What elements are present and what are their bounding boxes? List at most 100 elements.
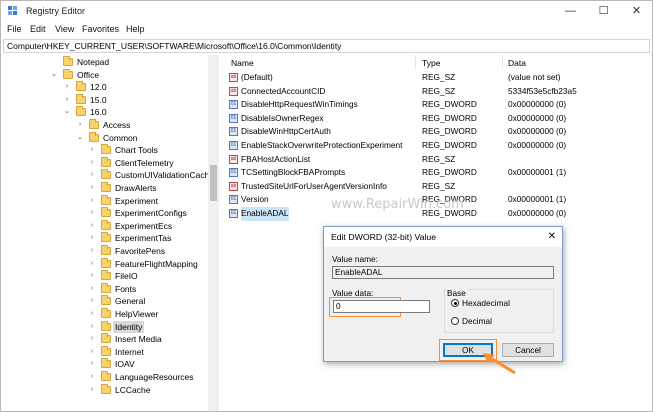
tree-item[interactable]: › FileIO	[1, 270, 208, 282]
value-row[interactable]: 01 DisableWinHttpCertAuth REG_DWORD 0x00000…	[225, 125, 653, 139]
expand-chevron-icon[interactable]: ›	[88, 346, 96, 358]
column-header-type[interactable]: Type	[422, 58, 440, 68]
expand-chevron-icon[interactable]: ›	[88, 371, 96, 383]
dialog-close-icon[interactable]: ✕	[548, 227, 556, 247]
value-row[interactable]: ab ConnectedAccountCID REG_SZ 5334f53e5cfb2…	[225, 85, 653, 99]
expand-chevron-icon[interactable]: ⌄	[76, 132, 84, 144]
expand-chevron-icon[interactable]: ›	[88, 220, 96, 232]
tree-scrollbar-thumb[interactable]	[210, 165, 217, 201]
tree-item[interactable]: › ClientTelemetry	[1, 156, 208, 169]
tree-item[interactable]: › FeatureFlightMapping	[1, 257, 208, 270]
tree-item[interactable]: › 15.0	[1, 93, 208, 106]
tree-item[interactable]: ⌄ Office	[1, 68, 208, 81]
tree-item[interactable]: › General	[1, 295, 208, 307]
tree-item[interactable]: › Chart Tools	[1, 144, 208, 156]
expand-chevron-icon[interactable]: ›	[88, 358, 96, 370]
column-header-name[interactable]: Name	[231, 58, 254, 68]
folder-icon	[101, 308, 111, 318]
tree-item[interactable]: › IOAV	[1, 358, 208, 370]
expand-chevron-icon[interactable]: ›	[88, 283, 96, 295]
decimal-label[interactable]: Decimal	[462, 316, 492, 326]
expand-chevron-icon[interactable]: ⌄	[63, 106, 71, 118]
close-button[interactable]: ✕	[620, 1, 653, 22]
tree-item[interactable]: › Experiment	[1, 194, 208, 207]
decimal-radio[interactable]	[451, 317, 459, 325]
tree-item[interactable]: › DrawAlerts	[1, 182, 208, 194]
expand-chevron-icon[interactable]: ›	[88, 157, 96, 169]
tree-item[interactable]: › Identity	[1, 320, 208, 333]
value-name: EnableStackOverwriteProtectionExperiment	[241, 140, 403, 150]
hexadecimal-label[interactable]: Hexadecimal	[462, 298, 510, 308]
tree-item[interactable]: › 12.0	[1, 81, 208, 93]
tree-item-label: Common	[103, 132, 138, 143]
value-type: REG_SZ	[422, 72, 456, 82]
value-name: ConnectedAccountCID	[241, 85, 326, 96]
dialog-title-bar: Edit DWORD (32-bit) Value ✕	[324, 227, 562, 247]
value-data: 5334f53e5cfb23a5	[508, 85, 577, 96]
binary-value-icon: 01	[229, 100, 238, 110]
expand-chevron-icon[interactable]: ›	[88, 182, 96, 194]
menu-view[interactable]: View	[55, 24, 74, 34]
value-data-input[interactable]: 0	[333, 300, 430, 313]
tree-item[interactable]: › CustomUIValidationCache	[1, 169, 214, 181]
tree-item[interactable]: › Access	[1, 119, 208, 131]
column-divider[interactable]	[502, 55, 503, 68]
expand-chevron-icon[interactable]: ›	[63, 94, 71, 106]
address-bar[interactable]: Computer\HKEY_CURRENT_USER\SOFTWARE\Micr…	[3, 39, 650, 53]
minimize-button[interactable]: —	[554, 1, 587, 22]
tree-item-label: 12.0	[90, 82, 107, 93]
expand-chevron-icon[interactable]: ›	[88, 333, 96, 345]
tree-item[interactable]: › Insert Media	[1, 333, 208, 345]
tree-item[interactable]: › ExperimentConfigs	[1, 207, 208, 219]
value-row[interactable]: ab (Default) REG_SZ (value not set)	[225, 71, 653, 85]
column-divider[interactable]	[415, 55, 416, 68]
value-row[interactable]: 01 TCSettingBlockFBAPrompts REG_DWORD 0x000…	[225, 166, 653, 180]
maximize-button[interactable]: ☐	[587, 1, 620, 22]
value-name: EnableADAL	[241, 207, 289, 221]
expand-chevron-icon[interactable]: ›	[88, 384, 96, 396]
value-row[interactable]: 01 EnableStackOverwriteProtectionExperime…	[225, 139, 653, 153]
value-data: (value not set)	[508, 72, 561, 82]
expand-chevron-icon[interactable]: ›	[88, 195, 96, 207]
tree-item[interactable]: ⌄ 16.0	[1, 106, 208, 118]
expand-chevron-icon[interactable]: ›	[63, 81, 71, 93]
value-row[interactable]: ab FBAHostActionList REG_SZ	[225, 153, 653, 167]
value-row[interactable]: 01 DisableHttpRequestWinTimings REG_DWORD 0…	[225, 98, 653, 112]
expand-chevron-icon[interactable]: ›	[76, 119, 84, 131]
expand-chevron-icon[interactable]: ›	[88, 321, 96, 333]
expand-chevron-icon[interactable]: ›	[88, 258, 96, 270]
column-header-data[interactable]: Data	[508, 58, 526, 68]
tree-item[interactable]: › ExperimentTas	[1, 232, 208, 244]
tree-item[interactable]: › FavoritePens	[1, 245, 208, 257]
tree-item[interactable]: › LCCache	[1, 383, 208, 396]
folder-icon	[101, 333, 111, 344]
expand-chevron-icon[interactable]: ›	[88, 295, 96, 307]
value-row[interactable]: ab TrustedSiteUrlForUserAgentVersionInfo R…	[225, 180, 653, 194]
value-row[interactable]: 01 DisableIsOwnerRegex REG_DWORD 0x00000000…	[225, 112, 653, 126]
expand-chevron-icon[interactable]: ›	[88, 144, 96, 156]
value-type: REG_DWORD	[422, 140, 477, 150]
menu-favorites[interactable]: Favorites	[82, 24, 119, 34]
value-data: 0x00000001 (1)	[508, 194, 567, 205]
expand-chevron-icon[interactable]: ›	[88, 245, 96, 257]
expand-chevron-icon[interactable]: ⌄	[50, 69, 58, 81]
tree-item[interactable]: ⌄ Common	[1, 131, 208, 144]
hexadecimal-radio[interactable]	[451, 299, 459, 307]
tree-item[interactable]: › LanguageResources	[1, 371, 208, 383]
expand-chevron-icon[interactable]: ›	[88, 270, 96, 282]
tree-item-label: Experiment	[115, 195, 158, 206]
expand-chevron-icon[interactable]: ›	[88, 308, 96, 320]
menu-help[interactable]: Help	[126, 24, 145, 34]
expand-chevron-icon[interactable]: ›	[88, 169, 96, 181]
tree-item[interactable]: › ExperimentEcs	[1, 219, 208, 232]
expand-chevron-icon[interactable]: ›	[88, 232, 96, 244]
menu-edit[interactable]: Edit	[30, 24, 46, 34]
expand-chevron-icon[interactable]: ›	[88, 207, 96, 219]
tree-scrollbar[interactable]	[208, 55, 219, 411]
menu-file[interactable]: File	[7, 24, 22, 34]
tree-item[interactable]: › Internet	[1, 345, 208, 358]
tree-item[interactable]: Notepad	[1, 56, 208, 68]
tree-item[interactable]: › HelpViewer	[1, 308, 208, 320]
value-name-field[interactable]: EnableADAL	[332, 266, 554, 279]
tree-item[interactable]: › Fonts	[1, 282, 208, 295]
